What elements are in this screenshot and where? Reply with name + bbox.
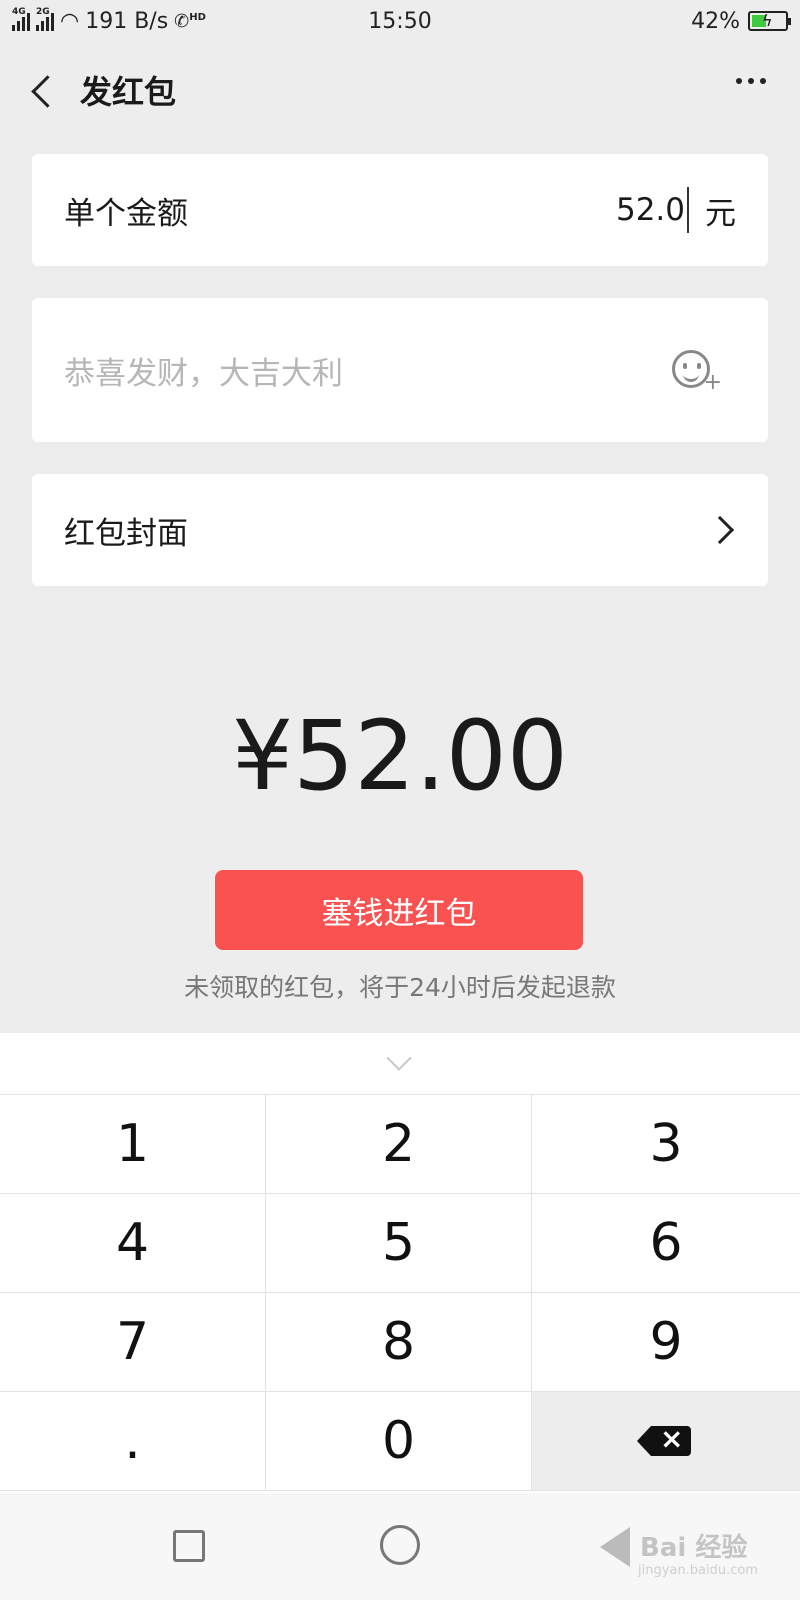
network-type-label-2: 2G: [36, 7, 50, 17]
status-left: 4G 2G ◠ 191 B/s ✆HD: [12, 7, 342, 34]
recent-apps-icon[interactable]: [173, 1530, 205, 1562]
back-triangle-icon[interactable]: [600, 1527, 630, 1567]
emoji-add-icon[interactable]: +: [672, 344, 724, 396]
battery-icon: ϟ: [748, 11, 791, 31]
amount-field[interactable]: 单个金额 52.0 元: [32, 154, 768, 266]
home-icon[interactable]: [380, 1525, 420, 1565]
signal-icon-2: 2G: [36, 7, 54, 31]
page-title: 发红包: [80, 73, 177, 111]
amount-value[interactable]: 52.0: [616, 192, 685, 228]
more-options-icon[interactable]: [736, 78, 766, 84]
backspace-icon: ×: [637, 1422, 691, 1456]
system-nav-bar: Bai 经验 jingyan.baidu.com: [0, 1493, 800, 1600]
signal-icon: 4G: [12, 7, 30, 31]
chevron-down-icon: [386, 1045, 412, 1071]
key-1[interactable]: 1: [0, 1095, 266, 1194]
status-bar: 4G 2G ◠ 191 B/s ✆HD 15:50 42% ϟ: [0, 0, 800, 42]
key-2[interactable]: 2: [266, 1095, 532, 1194]
text-cursor: [687, 187, 689, 233]
wifi-icon: ◠: [60, 8, 80, 34]
back-icon[interactable]: [20, 60, 80, 120]
total-amount: ¥52.00: [232, 700, 568, 812]
battery-percent: 42%: [691, 8, 740, 34]
watermark-brand: Bai 经验: [640, 1533, 748, 1563]
amount-unit: 元: [705, 195, 736, 232]
key-decimal[interactable]: .: [0, 1392, 266, 1491]
network-speed: 191 B/s: [85, 8, 169, 34]
hd-call-icon: ✆HD: [174, 10, 206, 32]
key-9[interactable]: 9: [532, 1293, 800, 1392]
status-right: 42% ϟ: [458, 8, 791, 34]
greeting-input[interactable]: 恭喜发财，大吉大利 +: [32, 298, 768, 442]
key-5[interactable]: 5: [266, 1194, 532, 1293]
numeric-keyboard: 1 2 3 4 5 6 7 8 9 . 0 ×: [0, 1033, 800, 1493]
key-7[interactable]: 7: [0, 1293, 266, 1392]
key-0[interactable]: 0: [266, 1392, 532, 1491]
network-type-label: 4G: [12, 7, 26, 17]
clock: 15:50: [368, 8, 432, 34]
key-delete[interactable]: ×: [532, 1392, 800, 1491]
key-8[interactable]: 8: [266, 1293, 532, 1392]
amount-label: 单个金额: [64, 195, 188, 232]
watermark-url: jingyan.baidu.com: [638, 1563, 758, 1578]
greeting-placeholder[interactable]: 恭喜发财，大吉大利: [64, 348, 672, 393]
keypad-grid: 1 2 3 4 5 6 7 8 9 . 0 ×: [0, 1095, 800, 1491]
red-packet-cover-row[interactable]: 红包封面: [32, 474, 768, 586]
keyboard-collapse-button[interactable]: [0, 1033, 800, 1095]
refund-note: 未领取的红包，将于24小时后发起退款: [184, 973, 616, 1002]
cover-label: 红包封面: [64, 515, 188, 552]
key-6[interactable]: 6: [532, 1194, 800, 1293]
submit-button[interactable]: 塞钱进红包: [215, 870, 583, 950]
key-3[interactable]: 3: [532, 1095, 800, 1194]
chevron-right-icon: [705, 515, 735, 545]
title-bar: 发红包: [0, 50, 800, 130]
key-4[interactable]: 4: [0, 1194, 266, 1293]
